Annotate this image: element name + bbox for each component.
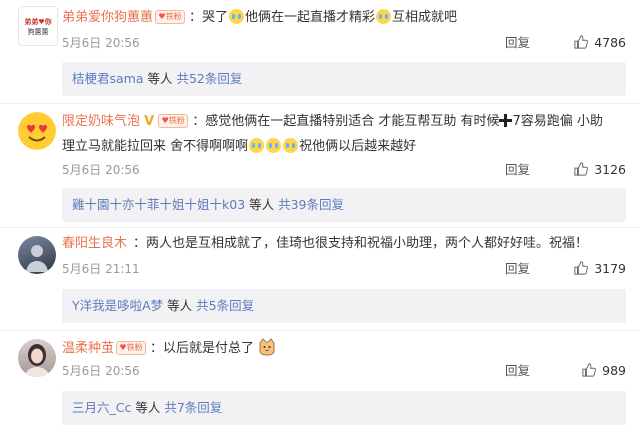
comment-text: 弟弟爱你狗蕙蕙 ♥铁粉 ：哭了 他俩在一起直播才精彩 互相成就吧 [62,4,626,32]
cat-emoji-icon [259,338,275,356]
comment-text-part: ：感觉他俩在一起直播特别适合 才能互帮互助 有时候 [192,114,500,129]
heart-icon: ♥ [161,115,169,125]
thumbs-up-icon [574,35,589,49]
sub-replies-link[interactable]: 桔梗君sama 等人 共52条回复 [62,62,626,96]
like-count: 989 [602,363,626,378]
avatar[interactable] [18,112,56,150]
timestamp: 5月6日 20:56 [62,163,140,177]
heart-icon: ♥ [119,342,127,352]
comment-meta: 5月6日 20:56 回复 4786 [62,33,626,53]
divider [0,103,640,104]
crying-face-icon [376,9,392,24]
avatar[interactable] [18,236,56,274]
sub-reply-mid: 等人 [245,197,279,212]
comment-text-part: 理立马就能拉回来 舍不得啊啊啊 [62,139,249,154]
comment-meta: 5月6日 20:56 回复 989 [62,361,626,381]
like-button[interactable]: 989 [548,361,626,381]
reply-button[interactable]: 回复 [505,361,530,381]
heart-icon: ♥ [158,11,166,21]
crying-face-icon [229,9,245,24]
sub-reply-count[interactable]: 共39条回复 [278,197,344,212]
sub-replies-link[interactable]: 三月六_Cc 等人 共7条回复 [62,391,626,425]
timestamp: 5月6日 20:56 [62,36,140,50]
comment-text-part: ：哭了 [189,10,229,25]
username[interactable]: 弟弟爱你狗蕙蕙 [62,10,153,25]
divider [0,330,640,331]
sub-reply-count[interactable]: 共7条回复 [164,400,222,415]
heart-eyes-emoji-icon [19,113,55,149]
sub-reply-user[interactable]: Y洋我是哆啦A梦 [72,298,163,313]
avatar[interactable] [18,339,56,377]
sub-reply-mid: 等人 [143,71,177,86]
person-photo-icon [24,344,50,377]
like-button[interactable]: 3179 [548,259,626,279]
fan-badge: ♥铁粉 [116,340,147,355]
person-silhouette-icon [26,245,48,272]
comment-text-line2: 理立马就能拉回来 舍不得啊啊啊 祝他俩以后越来越好 [62,133,626,161]
avatar[interactable]: 弟弟♥你 狗蕙蕙 [18,6,58,46]
comment-text-part: 互相成就吧 [392,10,458,25]
username[interactable]: 温柔种茧 [62,341,114,356]
reply-button[interactable]: 回复 [505,160,530,180]
crying-face-icon [283,138,299,153]
sub-reply-mid: 等人 [131,400,165,415]
sub-reply-count[interactable]: 共52条回复 [176,71,242,86]
crying-face-icon [266,138,282,153]
like-count: 4786 [594,35,626,50]
comment-body: ：以后就是付总了 [150,341,255,356]
crying-face-icon [249,138,265,153]
reply-button[interactable]: 回复 [505,259,530,279]
comment-body: ：两人也是互相成就了，佳琦也很支持和祝福小助理，两个人都好好哇。祝福！ [133,236,589,251]
timestamp: 5月6日 21:11 [62,262,140,276]
sub-reply-mid: 等人 [163,298,197,313]
avatar-text-line1: 弟弟♥你 [24,18,52,26]
thumbs-up-icon [582,363,597,377]
thumbs-up-icon [574,162,589,176]
username[interactable]: 限定奶味气泡 [62,114,140,129]
comment-text-part: 7容易跑偏 小助 [512,114,603,129]
vip-icon: V [144,114,155,129]
sub-reply-user[interactable]: 三月六_Cc [72,400,131,415]
comment-meta: 5月6日 21:11 回复 3179 [62,259,626,279]
comment-text: 春阳生良木 ：两人也是互相成就了，佳琦也很支持和祝福小助理，两个人都好好哇。祝福！ [62,230,626,258]
reply-button[interactable]: 回复 [505,33,530,53]
badge-label: 铁粉 [126,342,143,352]
badge-label: 铁粉 [168,115,185,125]
plus-icon [499,114,513,127]
divider [0,227,640,228]
sub-reply-user[interactable]: 雞十園十亦十菲十姐十姐十k03 [72,197,245,212]
timestamp: 5月6日 20:56 [62,364,140,378]
fan-badge: ♥铁粉 [155,9,186,24]
comment-text-part: 祝他俩以后越来越好 [299,139,417,154]
fan-badge: ♥铁粉 [158,113,189,128]
sub-replies-link[interactable]: 雞十園十亦十菲十姐十姐十k03 等人 共39条回复 [62,188,626,222]
comment-text: 温柔种茧 ♥铁粉 ：以后就是付总了 [62,335,626,363]
sub-replies-link[interactable]: Y洋我是哆啦A梦 等人 共5条回复 [62,289,626,323]
sub-reply-count[interactable]: 共5条回复 [196,298,254,313]
like-count: 3179 [594,261,626,276]
thumbs-up-icon [574,261,589,275]
comment-meta: 5月6日 20:56 回复 3126 [62,160,626,180]
badge-label: 铁粉 [165,11,182,21]
sub-reply-user[interactable]: 桔梗君sama [72,71,144,86]
comment-text-line1: 限定奶味气泡 V ♥铁粉 ：感觉他俩在一起直播特别适合 才能互帮互助 有时候 7容易跑… [62,108,626,136]
like-button[interactable]: 3126 [548,160,626,180]
avatar-text-line2: 狗蕙蕙 [27,28,49,36]
username[interactable]: 春阳生良木 [62,236,127,251]
comment-text-part: 他俩在一起直播才精彩 [245,10,376,25]
like-count: 3126 [594,162,626,177]
like-button[interactable]: 4786 [548,33,626,53]
